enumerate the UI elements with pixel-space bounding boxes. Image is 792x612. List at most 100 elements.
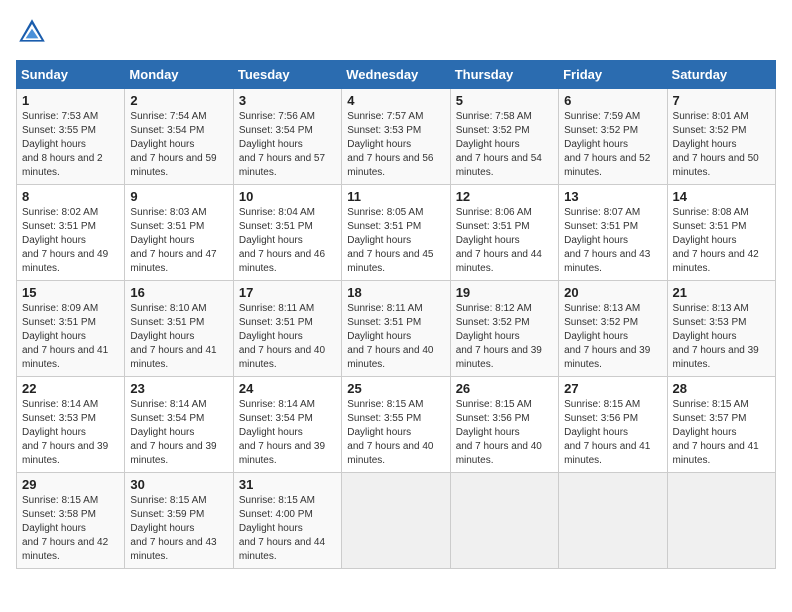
day-number: 28 (673, 381, 770, 396)
day-info: Sunrise: 8:11 AMSunset: 3:51 PMDaylight … (347, 302, 444, 372)
day-info: Sunrise: 8:01 AMSunset: 3:52 PMDaylight … (673, 110, 770, 180)
day-number: 4 (347, 93, 444, 108)
col-header-monday: Monday (125, 61, 233, 89)
table-row: 3Sunrise: 7:56 AMSunset: 3:54 PMDaylight… (233, 89, 341, 185)
table-row: 6 Sunrise: 7:59 AMSunset: 3:52 PMDaylight… (559, 89, 667, 185)
calendar-header-row: SundayMondayTuesdayWednesdayThursdayFrid… (17, 61, 776, 89)
day-info: Sunrise: 8:05 AMSunset: 3:51 PMDaylight … (347, 206, 444, 276)
day-info: Sunrise: 8:02 AMSunset: 3:51 PMDaylight … (22, 206, 119, 276)
day-info: Sunrise: 8:15 AMSunset: 3:58 PMDaylight … (22, 494, 119, 564)
day-info: Sunrise: 7:57 AMSunset: 3:53 PMDaylight … (347, 110, 444, 180)
col-header-thursday: Thursday (450, 61, 558, 89)
table-row: 28 Sunrise: 8:15 AMSunset: 3:57 PMDayligh… (667, 377, 775, 473)
day-number: 13 (564, 189, 661, 204)
day-number: 9 (130, 189, 227, 204)
day-number: 31 (239, 477, 336, 492)
day-info: Sunrise: 8:14 AMSunset: 3:54 PMDaylight … (239, 398, 336, 468)
day-info: Sunrise: 8:03 AMSunset: 3:51 PMDaylight … (130, 206, 227, 276)
day-info: Sunrise: 8:15 AMSunset: 3:56 PMDaylight … (564, 398, 661, 468)
day-number: 26 (456, 381, 553, 396)
day-number: 16 (130, 285, 227, 300)
page-header (16, 16, 776, 48)
table-row: 31 Sunrise: 8:15 AMSunset: 4:00 PMDayligh… (233, 473, 341, 569)
table-row: 9 Sunrise: 8:03 AMSunset: 3:51 PMDaylight… (125, 185, 233, 281)
day-number: 8 (22, 189, 119, 204)
day-number: 22 (22, 381, 119, 396)
table-row: 25Sunrise: 8:15 AMSunset: 3:55 PMDayligh… (342, 377, 450, 473)
day-info: Sunrise: 8:12 AMSunset: 3:52 PMDaylight … (456, 302, 553, 372)
table-row: 20Sunrise: 8:13 AMSunset: 3:52 PMDayligh… (559, 281, 667, 377)
table-row: 15Sunrise: 8:09 AMSunset: 3:51 PMDayligh… (17, 281, 125, 377)
table-row: 1 Sunrise: 7:53 AMSunset: 3:55 PMDaylight… (17, 89, 125, 185)
calendar-body: 1 Sunrise: 7:53 AMSunset: 3:55 PMDaylight… (17, 89, 776, 569)
table-row: 22 Sunrise: 8:14 AMSunset: 3:53 PMDayligh… (17, 377, 125, 473)
table-row: 24 Sunrise: 8:14 AMSunset: 3:54 PMDayligh… (233, 377, 341, 473)
day-number: 2 (130, 93, 227, 108)
day-info: Sunrise: 8:10 AMSunset: 3:51 PMDaylight … (130, 302, 227, 372)
day-info: Sunrise: 8:15 AMSunset: 3:59 PMDaylight … (130, 494, 227, 564)
day-number: 10 (239, 189, 336, 204)
day-info: Sunrise: 7:54 AMSunset: 3:54 PMDaylight … (130, 110, 227, 180)
table-row: 16 Sunrise: 8:10 AMSunset: 3:51 PMDayligh… (125, 281, 233, 377)
day-number: 15 (22, 285, 119, 300)
day-info: Sunrise: 8:15 AMSunset: 3:56 PMDaylight … (456, 398, 553, 468)
table-row: 29 Sunrise: 8:15 AMSunset: 3:58 PMDayligh… (17, 473, 125, 569)
week-row-2: 15Sunrise: 8:09 AMSunset: 3:51 PMDayligh… (17, 281, 776, 377)
day-info: Sunrise: 8:11 AMSunset: 3:51 PMDaylight … (239, 302, 336, 372)
table-row (342, 473, 450, 569)
table-row (450, 473, 558, 569)
table-row: 11Sunrise: 8:05 AMSunset: 3:51 PMDayligh… (342, 185, 450, 281)
day-number: 1 (22, 93, 119, 108)
day-number: 30 (130, 477, 227, 492)
day-number: 24 (239, 381, 336, 396)
col-header-tuesday: Tuesday (233, 61, 341, 89)
day-number: 29 (22, 477, 119, 492)
day-info: Sunrise: 8:13 AMSunset: 3:52 PMDaylight … (564, 302, 661, 372)
day-info: Sunrise: 8:06 AMSunset: 3:51 PMDaylight … (456, 206, 553, 276)
table-row: 19 Sunrise: 8:12 AMSunset: 3:52 PMDayligh… (450, 281, 558, 377)
col-header-friday: Friday (559, 61, 667, 89)
table-row: 8 Sunrise: 8:02 AMSunset: 3:51 PMDaylight… (17, 185, 125, 281)
day-info: Sunrise: 8:15 AMSunset: 3:55 PMDaylight … (347, 398, 444, 468)
day-number: 5 (456, 93, 553, 108)
table-row: 4 Sunrise: 7:57 AMSunset: 3:53 PMDaylight… (342, 89, 450, 185)
day-info: Sunrise: 8:15 AMSunset: 3:57 PMDaylight … (673, 398, 770, 468)
day-info: Sunrise: 7:59 AMSunset: 3:52 PMDaylight … (564, 110, 661, 180)
table-row: 21Sunrise: 8:13 AMSunset: 3:53 PMDayligh… (667, 281, 775, 377)
table-row: 12Sunrise: 8:06 AMSunset: 3:51 PMDayligh… (450, 185, 558, 281)
logo-icon (16, 16, 48, 48)
day-number: 27 (564, 381, 661, 396)
table-row: 13 Sunrise: 8:07 AMSunset: 3:51 PMDayligh… (559, 185, 667, 281)
day-number: 14 (673, 189, 770, 204)
week-row-0: 1 Sunrise: 7:53 AMSunset: 3:55 PMDaylight… (17, 89, 776, 185)
week-row-3: 22 Sunrise: 8:14 AMSunset: 3:53 PMDayligh… (17, 377, 776, 473)
table-row: 30 Sunrise: 8:15 AMSunset: 3:59 PMDayligh… (125, 473, 233, 569)
day-number: 17 (239, 285, 336, 300)
table-row: 7Sunrise: 8:01 AMSunset: 3:52 PMDaylight… (667, 89, 775, 185)
col-header-saturday: Saturday (667, 61, 775, 89)
day-number: 6 (564, 93, 661, 108)
day-info: Sunrise: 8:07 AMSunset: 3:51 PMDaylight … (564, 206, 661, 276)
col-header-sunday: Sunday (17, 61, 125, 89)
day-info: Sunrise: 8:15 AMSunset: 4:00 PMDaylight … (239, 494, 336, 564)
day-info: Sunrise: 8:04 AMSunset: 3:51 PMDaylight … (239, 206, 336, 276)
table-row: 23 Sunrise: 8:14 AMSunset: 3:54 PMDayligh… (125, 377, 233, 473)
calendar-table: SundayMondayTuesdayWednesdayThursdayFrid… (16, 60, 776, 569)
table-row: 26 Sunrise: 8:15 AMSunset: 3:56 PMDayligh… (450, 377, 558, 473)
day-info: Sunrise: 8:14 AMSunset: 3:53 PMDaylight … (22, 398, 119, 468)
day-number: 18 (347, 285, 444, 300)
col-header-wednesday: Wednesday (342, 61, 450, 89)
day-info: Sunrise: 7:58 AMSunset: 3:52 PMDaylight … (456, 110, 553, 180)
day-number: 19 (456, 285, 553, 300)
day-info: Sunrise: 8:13 AMSunset: 3:53 PMDaylight … (673, 302, 770, 372)
day-number: 23 (130, 381, 227, 396)
day-info: Sunrise: 7:56 AMSunset: 3:54 PMDaylight … (239, 110, 336, 180)
table-row: 18 Sunrise: 8:11 AMSunset: 3:51 PMDayligh… (342, 281, 450, 377)
table-row: 14 Sunrise: 8:08 AMSunset: 3:51 PMDayligh… (667, 185, 775, 281)
week-row-4: 29 Sunrise: 8:15 AMSunset: 3:58 PMDayligh… (17, 473, 776, 569)
day-info: Sunrise: 8:08 AMSunset: 3:51 PMDaylight … (673, 206, 770, 276)
table-row (559, 473, 667, 569)
day-info: Sunrise: 7:53 AMSunset: 3:55 PMDaylight … (22, 110, 119, 180)
logo (16, 16, 52, 48)
day-info: Sunrise: 8:14 AMSunset: 3:54 PMDaylight … (130, 398, 227, 468)
